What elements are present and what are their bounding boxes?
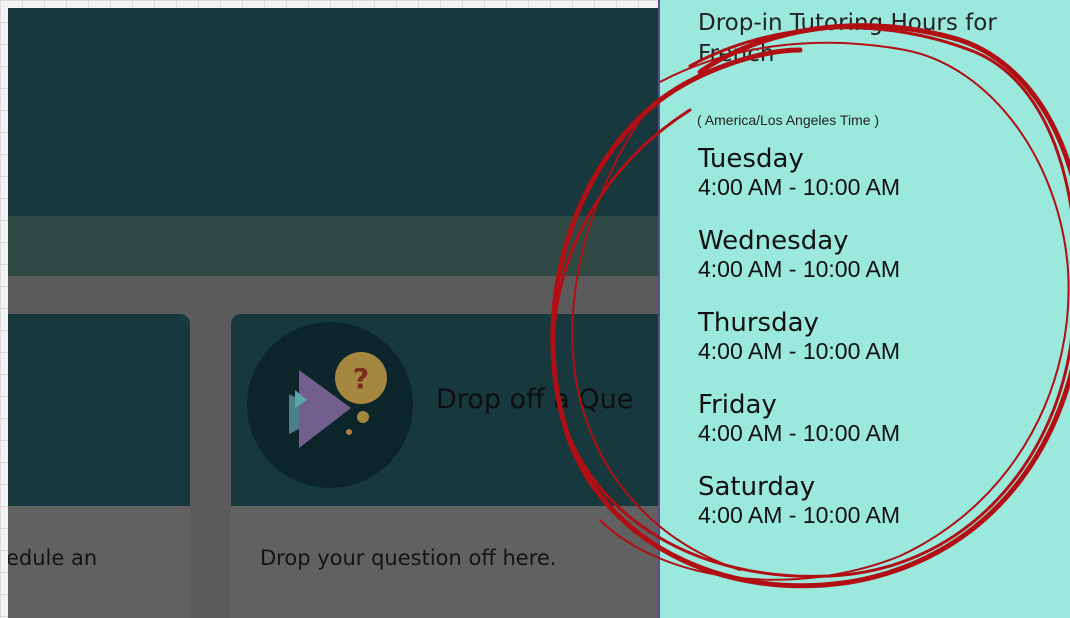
schedule-card-text: edule an [8,546,98,570]
day-name: Wednesday [698,226,849,256]
schedule-entry-friday: Friday 4:00 AM - 10:00 AM [698,390,900,446]
svg-text:?: ? [353,362,369,395]
schedule-entry-tuesday: Tuesday 4:00 AM - 10:00 AM [698,144,900,200]
day-hours: 4:00 AM - 10:00 AM [698,174,901,200]
timezone-label: ( America/Los Angeles Time ) [697,112,880,128]
screenshot-stage: edule an ? Drop off a Que Drop your ques… [0,0,1070,618]
schedule-entry-wednesday: Wednesday 4:00 AM - 10:00 AM [698,226,900,282]
day-name: Friday [698,390,777,420]
schedule-card-header [8,314,190,506]
day-hours: 4:00 AM - 10:00 AM [698,256,901,282]
day-hours: 4:00 AM - 10:00 AM [698,338,901,364]
day-hours: 4:00 AM - 10:00 AM [698,420,901,446]
day-name: Saturday [698,472,816,502]
drop-off-card-title: Drop off a Que [436,384,634,415]
schedule-entry-thursday: Thursday 4:00 AM - 10:00 AM [698,308,900,364]
schedule-card[interactable]: edule an [8,314,190,618]
dimmed-page[interactable]: edule an ? Drop off a Que Drop your ques… [8,8,658,618]
day-name: Thursday [698,308,819,338]
drop-off-card-header: ? Drop off a Que [231,314,658,506]
fish-question-svg: ? [289,352,387,448]
day-hours: 4:00 AM - 10:00 AM [698,502,901,528]
drop-off-card-text: Drop your question off here. [260,546,557,570]
fish-question-icon: ? [247,322,413,488]
page-header-band [8,8,658,216]
drop-off-question-card[interactable]: ? Drop off a Que Drop your question off … [231,314,658,618]
bubble-small [346,429,352,435]
panel-title: Drop-in Tutoring Hours for French [698,10,997,67]
schedule-entry-saturday: Saturday 4:00 AM - 10:00 AM [698,472,900,528]
bubble-large [357,411,369,423]
tutoring-hours-panel: Drop-in Tutoring Hours for French ( Amer… [658,0,1070,618]
day-name: Tuesday [698,144,804,174]
page-subheader-band [8,216,658,276]
